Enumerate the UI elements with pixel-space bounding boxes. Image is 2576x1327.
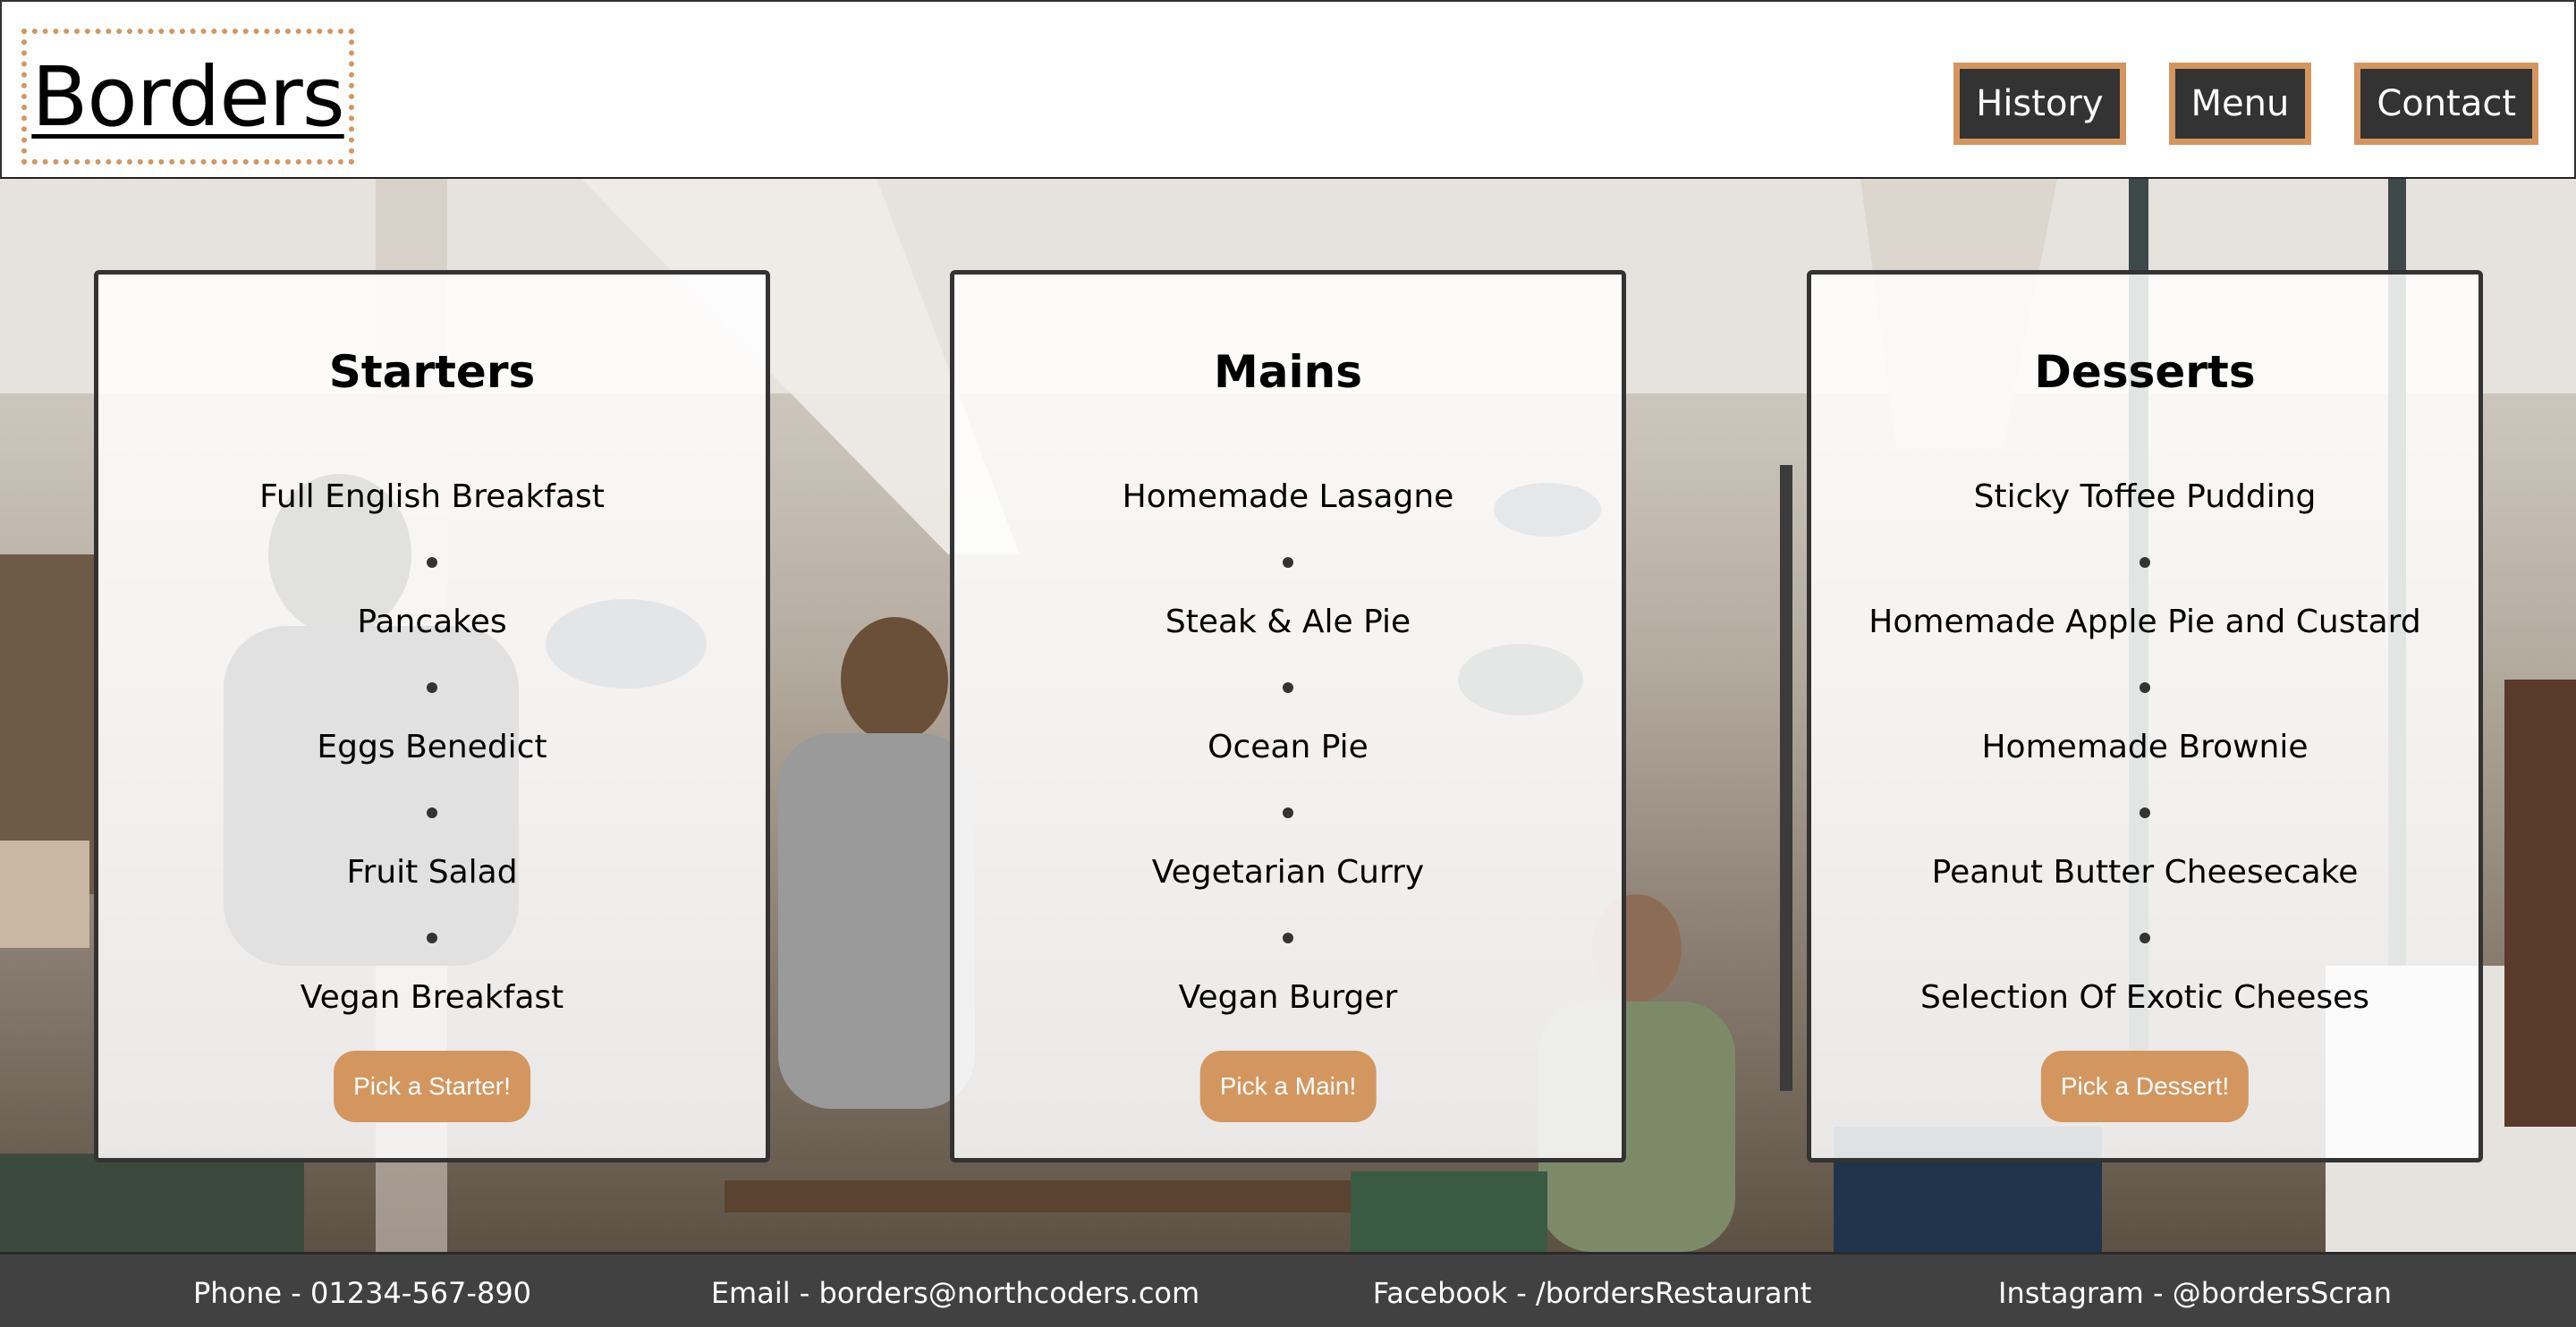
bullet-dot-icon — [2140, 933, 2150, 943]
dish-name: Homemade Lasagne — [1122, 478, 1454, 515]
bullet-dot-icon — [427, 682, 437, 693]
bullet-dot-icon — [1283, 557, 1293, 568]
list-item: Steak & Ale Pie — [954, 600, 1622, 725]
dish-name: Eggs Benedict — [317, 729, 547, 765]
logo-frame: Borders — [21, 29, 354, 165]
bullet-dot-icon — [1283, 682, 1293, 693]
dish-name: Peanut Butter Cheesecake — [1931, 854, 2359, 891]
bullet-dot-icon — [427, 807, 437, 818]
mains-card: Mains Homemade Lasagne Steak & Ale Pie O… — [950, 270, 1626, 1162]
site-header: Borders History Menu Contact — [0, 0, 2576, 179]
dish-name: Full English Breakfast — [259, 478, 605, 515]
nav-history-button[interactable]: History — [1953, 63, 2126, 145]
starters-card: Starters Full English Breakfast Pancakes… — [94, 270, 770, 1162]
bullet-dot-icon — [2140, 557, 2150, 568]
bullet-dot-icon — [2140, 682, 2150, 693]
dish-list: Sticky Toffee Pudding Homemade Apple Pie… — [1811, 475, 2479, 1101]
list-item: Ocean Pie — [954, 725, 1622, 850]
footer-phone: Phone - 01234-567-890 — [192, 1276, 532, 1310]
list-item: Pancakes — [98, 600, 766, 725]
dish-name: Vegetarian Curry — [1151, 854, 1425, 891]
dish-name: Fruit Salad — [346, 854, 518, 891]
site-logo-link[interactable]: Borders — [31, 49, 344, 145]
desserts-card: Desserts Sticky Toffee Pudding Homemade … — [1807, 270, 2483, 1162]
dish-name: Steak & Ale Pie — [1165, 604, 1411, 640]
nav-contact-button[interactable]: Contact — [2354, 63, 2538, 145]
nav-menu-button[interactable]: Menu — [2168, 63, 2312, 145]
dish-name: Sticky Toffee Pudding — [1973, 478, 2317, 515]
dish-name: Homemade Apple Pie and Custard — [1868, 604, 2421, 640]
bullet-dot-icon — [2140, 807, 2150, 818]
dish-list: Full English Breakfast Pancakes Eggs Ben… — [98, 475, 766, 1101]
main-nav: History Menu Contact — [1953, 63, 2538, 145]
dish-name: Ocean Pie — [1208, 729, 1368, 765]
bullet-dot-icon — [427, 933, 437, 943]
pick-main-button[interactable]: Pick a Main! — [1199, 1051, 1377, 1122]
bullet-dot-icon — [427, 557, 437, 568]
bullet-dot-icon — [1283, 807, 1293, 818]
list-item: Homemade Lasagne — [954, 475, 1622, 600]
card-title: Starters — [328, 346, 536, 398]
dish-name: Selection Of Exotic Cheeses — [1919, 979, 2370, 1016]
list-item: Peanut Butter Cheesecake — [1811, 850, 2479, 976]
pick-starter-button[interactable]: Pick a Starter! — [334, 1051, 530, 1122]
dish-name: Vegan Breakfast — [300, 979, 564, 1016]
list-item: Homemade Brownie — [1811, 725, 2479, 850]
list-item: Vegetarian Curry — [954, 850, 1622, 976]
card-title: Mains — [1214, 346, 1362, 398]
dish-name: Pancakes — [357, 604, 507, 640]
list-item: Full English Breakfast — [98, 475, 766, 600]
footer-instagram: Instagram - @bordersScran — [1998, 1276, 2392, 1310]
site-footer: Phone - 01234-567-890 Email - borders@no… — [0, 1252, 2576, 1327]
list-item: Eggs Benedict — [98, 725, 766, 850]
list-item: Fruit Salad — [98, 850, 766, 976]
list-item: Homemade Apple Pie and Custard — [1811, 600, 2479, 725]
card-title: Desserts — [2034, 346, 2256, 398]
pick-dessert-button[interactable]: Pick a Dessert! — [2040, 1051, 2250, 1122]
dish-name: Vegan Burger — [1178, 979, 1398, 1016]
footer-facebook: Facebook - /bordersRestaurant — [1372, 1276, 1812, 1310]
dish-list: Homemade Lasagne Steak & Ale Pie Ocean P… — [954, 475, 1622, 1101]
list-item: Sticky Toffee Pudding — [1811, 475, 2479, 600]
bullet-dot-icon — [1283, 933, 1293, 943]
footer-email: Email - borders@northcoders.com — [710, 1276, 1200, 1310]
dish-name: Homemade Brownie — [1981, 729, 2309, 765]
